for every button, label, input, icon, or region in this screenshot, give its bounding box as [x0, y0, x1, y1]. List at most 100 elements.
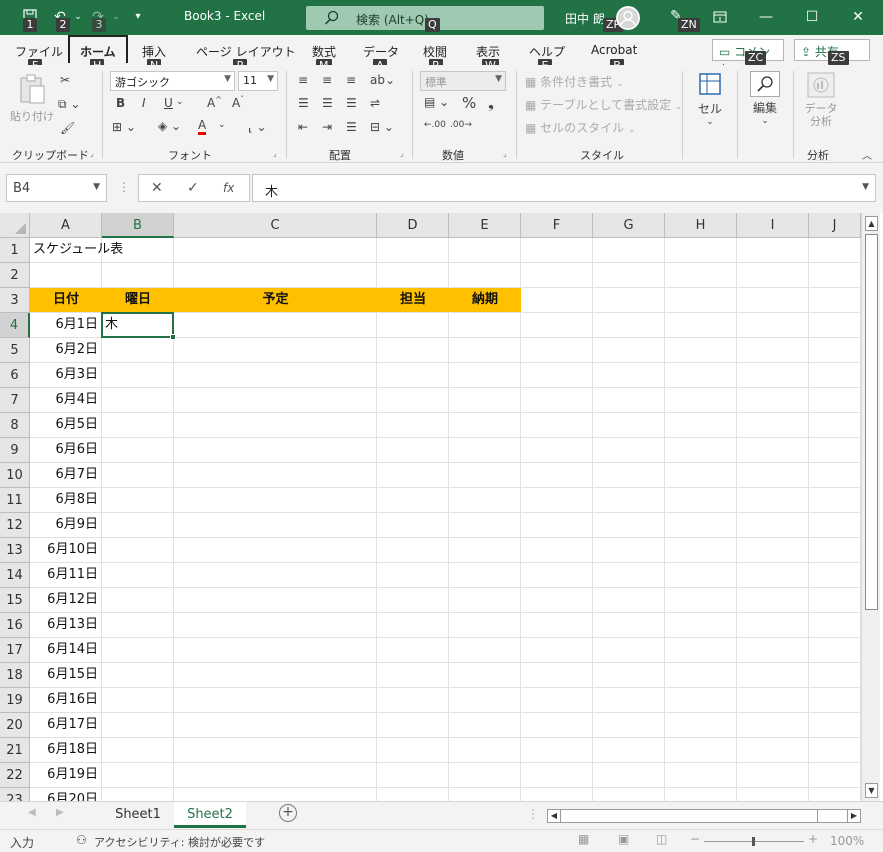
cell-d7[interactable]	[377, 388, 449, 413]
cell-e5[interactable]	[449, 338, 521, 363]
cell-j11[interactable]	[809, 488, 861, 513]
cell-h10[interactable]	[665, 463, 737, 488]
cell-c23[interactable]	[174, 788, 377, 801]
cell-g11[interactable]	[593, 488, 665, 513]
cell-j4[interactable]	[809, 313, 861, 338]
cell-e8[interactable]	[449, 413, 521, 438]
cell-j13[interactable]	[809, 538, 861, 563]
page-break-preview-icon[interactable]: ◫	[656, 832, 667, 846]
cell-b15[interactable]	[102, 588, 174, 613]
cell-a6[interactable]: 6月3日	[30, 363, 102, 388]
fill-color-icon[interactable]: ◈ ⌄	[158, 119, 181, 133]
cell-g17[interactable]	[593, 638, 665, 663]
cell-e4[interactable]	[449, 313, 521, 338]
italic-button[interactable]: I	[142, 96, 146, 110]
cell-b9[interactable]	[102, 438, 174, 463]
cell-c21[interactable]	[174, 738, 377, 763]
increase-indent-icon[interactable]: ⇥	[322, 120, 332, 134]
percent-style-icon[interactable]: %	[462, 94, 476, 112]
cell-f1[interactable]	[521, 238, 593, 263]
scroll-down-icon[interactable]: ▼	[865, 783, 878, 798]
cell-g14[interactable]	[593, 563, 665, 588]
cell-h4[interactable]	[665, 313, 737, 338]
column-header-h[interactable]: H	[665, 213, 737, 238]
cell-i13[interactable]	[737, 538, 809, 563]
cell-a19[interactable]: 6月16日	[30, 688, 102, 713]
cell-c3[interactable]: 予定	[174, 288, 377, 313]
cell-i21[interactable]	[737, 738, 809, 763]
tab-review[interactable]: 校閲	[423, 43, 447, 60]
cell-i16[interactable]	[737, 613, 809, 638]
row-header-22[interactable]: 22	[0, 763, 30, 788]
enter-icon[interactable]: ✓	[187, 180, 199, 196]
cell-h5[interactable]	[665, 338, 737, 363]
cell-h3[interactable]	[665, 288, 737, 313]
name-box[interactable]: B4 ▼	[6, 174, 107, 202]
cell-i14[interactable]	[737, 563, 809, 588]
cell-f13[interactable]	[521, 538, 593, 563]
cell-e23[interactable]	[449, 788, 521, 801]
cells-button[interactable]: セル ⌄	[693, 71, 727, 127]
cell-c10[interactable]	[174, 463, 377, 488]
vertical-scroll-thumb[interactable]	[865, 234, 878, 610]
number-dialog-launcher-icon[interactable]: ⌟	[503, 149, 513, 159]
cell-i5[interactable]	[737, 338, 809, 363]
cell-i1[interactable]	[737, 238, 809, 263]
cell-g20[interactable]	[593, 713, 665, 738]
cell-b19[interactable]	[102, 688, 174, 713]
row-header-18[interactable]: 18	[0, 663, 30, 688]
zoom-slider-thumb[interactable]	[752, 837, 755, 846]
orientation-icon[interactable]: ab⌄	[370, 73, 395, 87]
cell-e2[interactable]	[449, 263, 521, 288]
cell-f23[interactable]	[521, 788, 593, 801]
cell-e13[interactable]	[449, 538, 521, 563]
cell-i12[interactable]	[737, 513, 809, 538]
decrease-font-size-icon[interactable]: Aˇ	[232, 95, 244, 110]
merge-center-icon[interactable]: ⊟ ⌄	[370, 120, 394, 134]
cell-d19[interactable]	[377, 688, 449, 713]
cell-j6[interactable]	[809, 363, 861, 388]
cell-b10[interactable]	[102, 463, 174, 488]
accessibility-status[interactable]: アクセシビリティ: 検討が必要です	[94, 834, 265, 850]
cell-b21[interactable]	[102, 738, 174, 763]
cell-f18[interactable]	[521, 663, 593, 688]
cell-b11[interactable]	[102, 488, 174, 513]
scroll-right-icon[interactable]: ▶	[847, 809, 861, 823]
cell-g22[interactable]	[593, 763, 665, 788]
row-header-6[interactable]: 6	[0, 363, 30, 388]
cell-g7[interactable]	[593, 388, 665, 413]
cell-b2[interactable]	[102, 263, 174, 288]
format-painter-icon[interactable]: 🖌	[60, 121, 75, 135]
cell-i23[interactable]	[737, 788, 809, 801]
cell-g2[interactable]	[593, 263, 665, 288]
cell-b18[interactable]	[102, 663, 174, 688]
format-as-table-button[interactable]: ▦ テーブルとして書式設定 ⌄	[525, 96, 682, 113]
cell-d4[interactable]	[377, 313, 449, 338]
cell-h17[interactable]	[665, 638, 737, 663]
row-header-12[interactable]: 12	[0, 513, 30, 538]
editing-button[interactable]: 編集 ⌄	[747, 71, 783, 126]
cell-f4[interactable]	[521, 313, 593, 338]
cell-g5[interactable]	[593, 338, 665, 363]
cell-j9[interactable]	[809, 438, 861, 463]
cell-i22[interactable]	[737, 763, 809, 788]
cell-b17[interactable]	[102, 638, 174, 663]
bold-button[interactable]: B	[116, 96, 125, 110]
cell-e15[interactable]	[449, 588, 521, 613]
cell-j23[interactable]	[809, 788, 861, 801]
cell-j3[interactable]	[809, 288, 861, 313]
comma-style-icon[interactable]: ❟	[488, 94, 494, 112]
cell-b1[interactable]	[102, 238, 174, 263]
cell-i7[interactable]	[737, 388, 809, 413]
column-header-e[interactable]: E	[449, 213, 521, 238]
cell-j15[interactable]	[809, 588, 861, 613]
font-color-dropdown-icon[interactable]: ⌄	[218, 120, 226, 130]
cell-h1[interactable]	[665, 238, 737, 263]
cell-c17[interactable]	[174, 638, 377, 663]
horizontal-scrollbar[interactable]: ◀ ▶	[547, 809, 861, 823]
cell-f22[interactable]	[521, 763, 593, 788]
collapse-ribbon-icon[interactable]: ︿	[862, 147, 872, 162]
scroll-left-icon[interactable]: ◀	[547, 809, 561, 823]
cell-c11[interactable]	[174, 488, 377, 513]
row-header-3[interactable]: 3	[0, 288, 30, 313]
